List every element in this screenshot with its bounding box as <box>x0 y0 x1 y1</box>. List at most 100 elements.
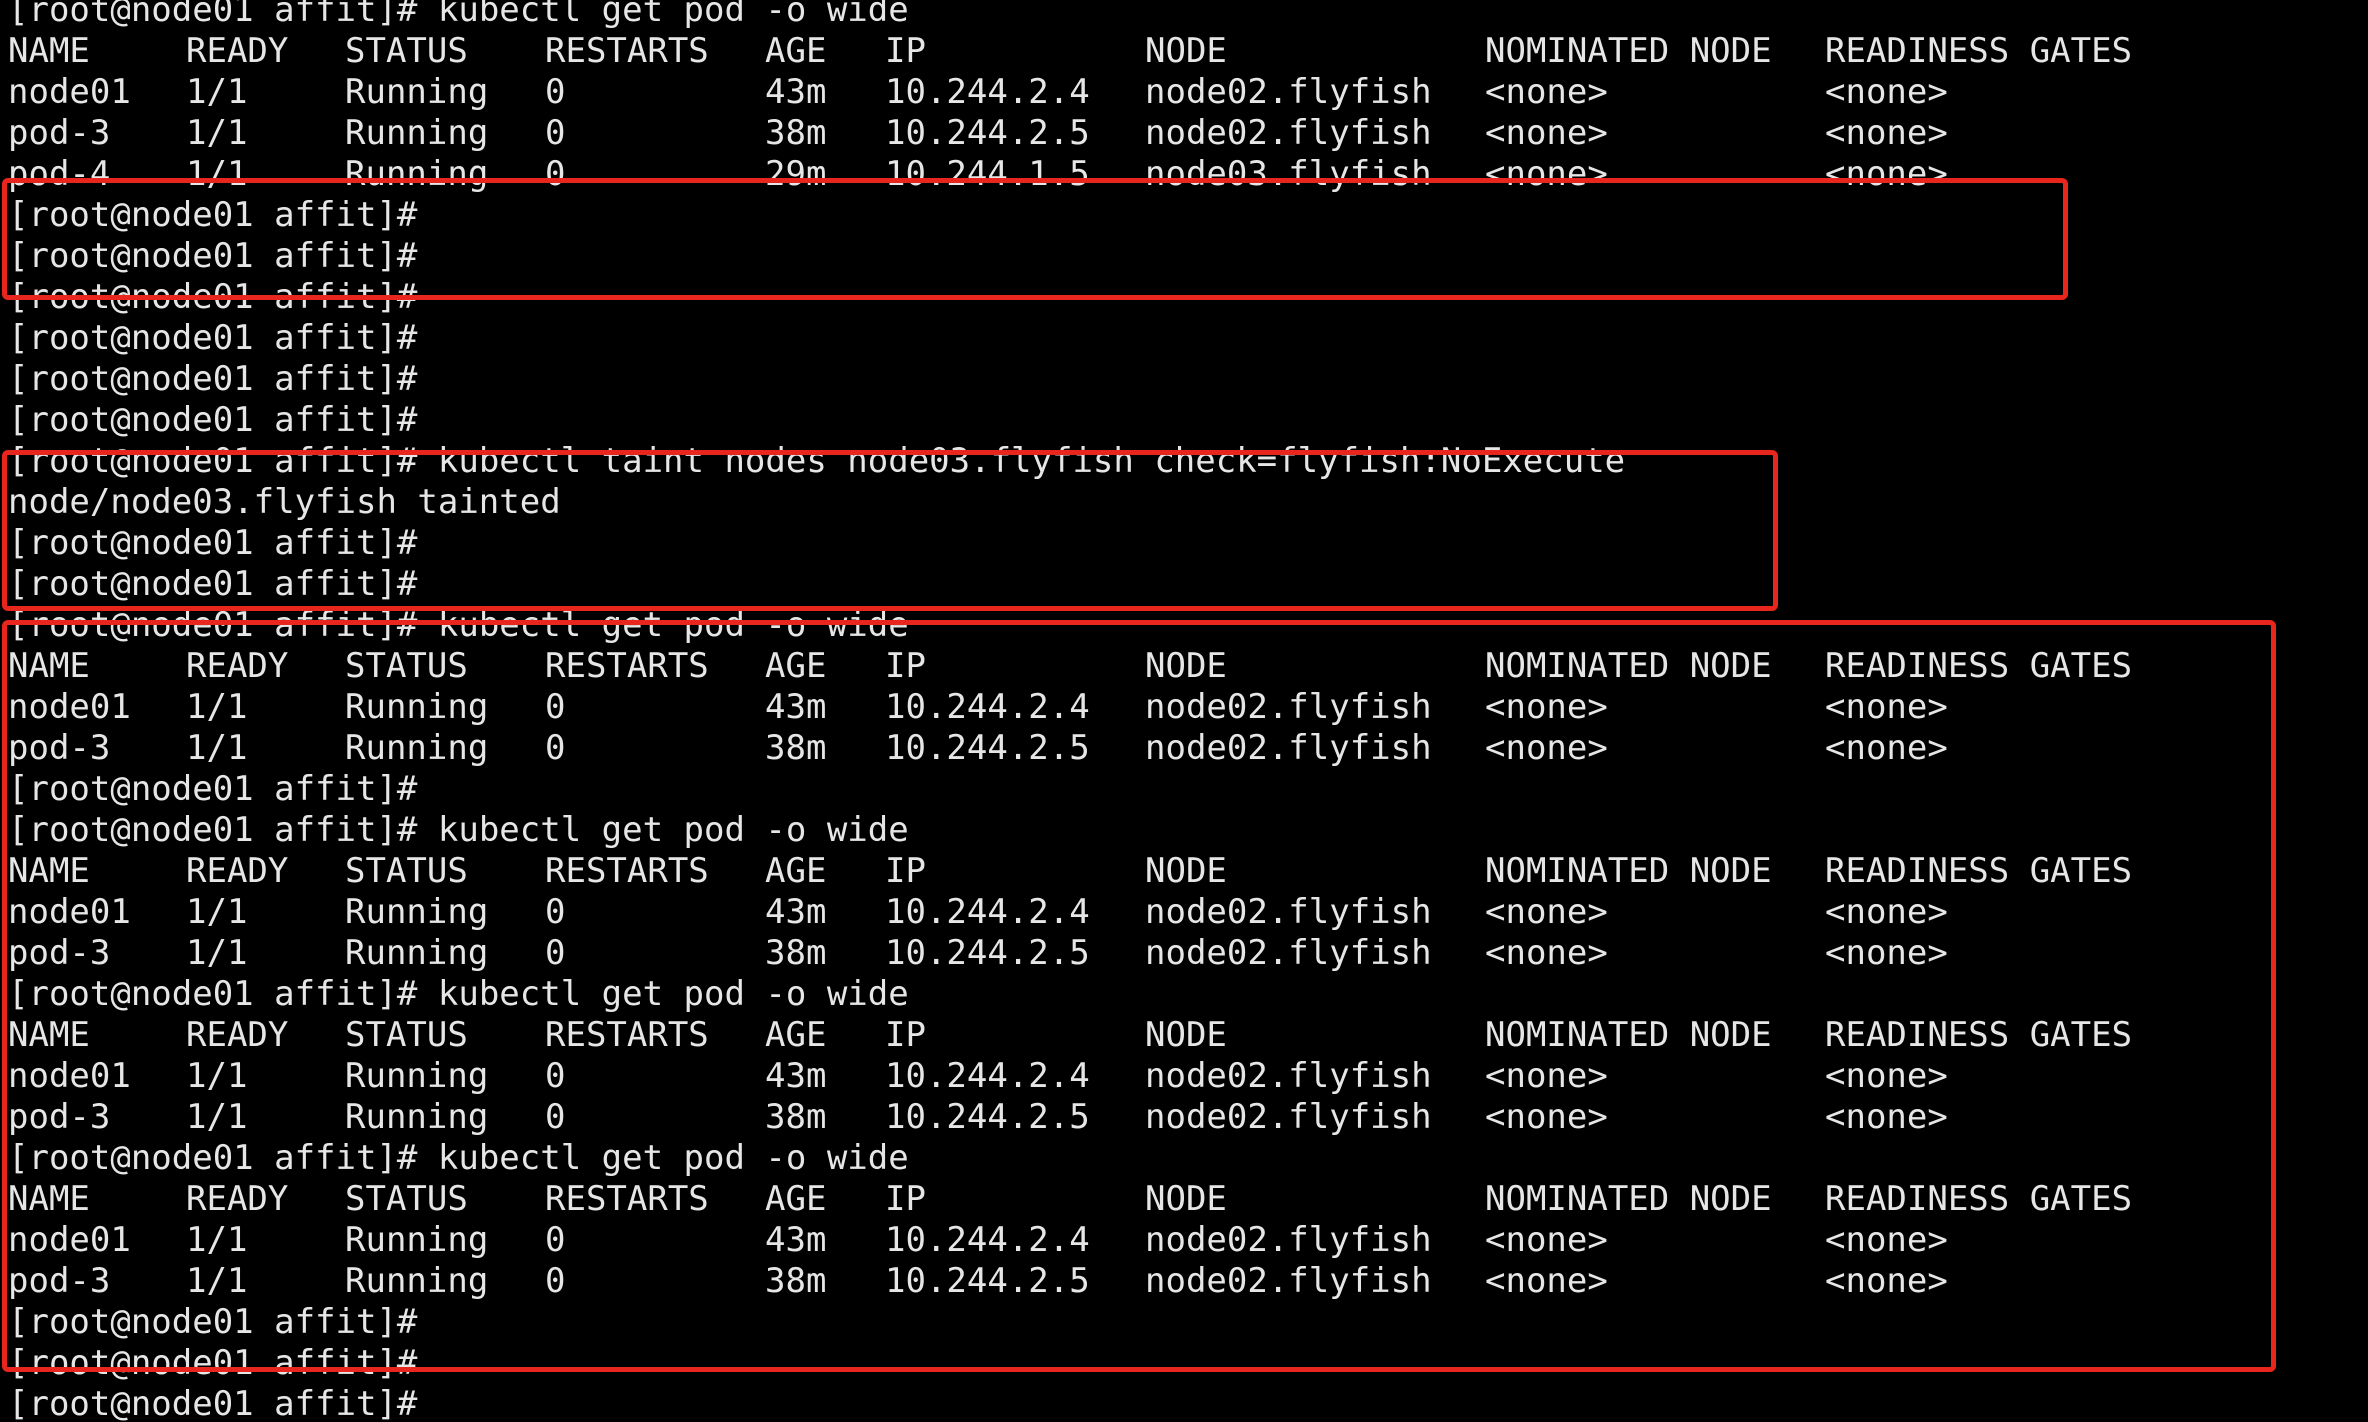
shell-prompt: [root@node01 affit]# <box>8 564 418 604</box>
table-cell: node01 <box>8 1056 131 1096</box>
shell-prompt: [root@node01 affit]# <box>8 605 418 645</box>
prompt-line: [root@node01 affit]# <box>8 1384 417 1422</box>
shell-prompt: [root@node01 affit]# <box>8 359 418 399</box>
table-cell: node01 <box>8 72 131 112</box>
table-cell: 10.244.2.5 <box>885 728 1090 768</box>
shell-prompt: [root@node01 affit]# <box>8 0 418 30</box>
table-cell: 0 <box>545 1220 566 1260</box>
command-text: kubectl get pod -o wide <box>437 974 909 1014</box>
table-cell: 10.244.2.5 <box>885 1261 1090 1301</box>
table-cell: <none> <box>1485 728 1608 768</box>
command-line: [root@node01 affit]# kubectl get pod -o … <box>8 810 909 851</box>
column-header: READY <box>186 31 289 71</box>
table-cell: 0 <box>545 1261 566 1301</box>
table-cell: 43m <box>765 1056 827 1096</box>
column-header: AGE <box>765 1179 827 1219</box>
table-cell: Running <box>345 687 489 727</box>
column-header: NODE <box>1145 1179 1227 1219</box>
table-cell: pod-3 <box>8 933 111 973</box>
table-cell: 1/1 <box>186 728 248 768</box>
table-cell: node01 <box>8 892 131 932</box>
column-header: RESTARTS <box>545 851 709 891</box>
table-cell: Running <box>345 1056 489 1096</box>
table-cell: node02.flyfish <box>1145 113 1432 153</box>
column-header: NODE <box>1145 31 1227 71</box>
column-header: READY <box>186 851 289 891</box>
table-cell: 0 <box>545 1056 566 1096</box>
table-cell: 0 <box>545 933 566 973</box>
table-cell: node02.flyfish <box>1145 72 1432 112</box>
command-text: kubectl get pod -o wide <box>437 0 909 30</box>
table-cell: <none> <box>1485 1220 1608 1260</box>
column-header: STATUS <box>345 646 468 686</box>
column-header: NODE <box>1145 646 1227 686</box>
table-cell: <none> <box>1825 933 1948 973</box>
column-header: READY <box>186 1015 289 1055</box>
table-cell: <none> <box>1825 113 1948 153</box>
shell-prompt: [root@node01 affit]# <box>8 318 418 358</box>
prompt-line: [root@node01 affit]# <box>8 564 417 605</box>
shell-prompt: [root@node01 affit]# <box>8 810 418 850</box>
prompt-line: [root@node01 affit]# <box>8 400 417 441</box>
command-line: [root@node01 affit]# kubectl taint nodes… <box>8 441 1625 482</box>
table-cell: <none> <box>1485 892 1608 932</box>
prompt-line: [root@node01 affit]# <box>8 523 417 564</box>
table-cell: node02.flyfish <box>1145 1220 1432 1260</box>
table-cell: 1/1 <box>186 154 248 194</box>
table-cell: 38m <box>765 728 827 768</box>
table-cell: 0 <box>545 113 566 153</box>
column-header: READINESS GATES <box>1825 1179 2133 1219</box>
column-header: READY <box>186 646 289 686</box>
shell-prompt: [root@node01 affit]# <box>8 1384 418 1422</box>
column-header: AGE <box>765 646 827 686</box>
terminal-window[interactable]: [root@node01 affit]# kubectl get pod -o … <box>0 0 2368 1422</box>
table-cell: Running <box>345 113 489 153</box>
column-header: STATUS <box>345 1015 468 1055</box>
table-cell: <none> <box>1825 72 1948 112</box>
table-cell: 1/1 <box>186 687 248 727</box>
prompt-line: [root@node01 affit]# <box>8 1302 417 1343</box>
table-cell: 0 <box>545 154 566 194</box>
table-cell: 0 <box>545 1097 566 1137</box>
table-cell: 38m <box>765 113 827 153</box>
column-header: RESTARTS <box>545 31 709 71</box>
column-header: READINESS GATES <box>1825 646 2133 686</box>
table-cell: 0 <box>545 72 566 112</box>
column-header: NOMINATED NODE <box>1485 646 1772 686</box>
table-cell: node02.flyfish <box>1145 728 1432 768</box>
command-line: [root@node01 affit]# kubectl get pod -o … <box>8 974 909 1015</box>
table-cell: <none> <box>1485 1261 1608 1301</box>
prompt-line: [root@node01 affit]# <box>8 769 417 810</box>
prompt-line: [root@node01 affit]# <box>8 318 417 359</box>
column-header: NAME <box>8 851 90 891</box>
column-header: RESTARTS <box>545 646 709 686</box>
prompt-line: [root@node01 affit]# <box>8 1343 417 1384</box>
table-cell: 10.244.1.5 <box>885 154 1090 194</box>
table-cell: 10.244.2.5 <box>885 1097 1090 1137</box>
table-cell: <none> <box>1825 1220 1948 1260</box>
table-cell: 10.244.2.4 <box>885 892 1090 932</box>
column-header: AGE <box>765 31 827 71</box>
column-header: IP <box>885 1015 926 1055</box>
column-header: IP <box>885 1179 926 1219</box>
shell-prompt: [root@node01 affit]# <box>8 400 418 440</box>
output-text: node/node03.flyfish tainted <box>8 482 561 522</box>
table-cell: 43m <box>765 687 827 727</box>
shell-prompt: [root@node01 affit]# <box>8 236 418 276</box>
column-header: READINESS GATES <box>1825 851 2133 891</box>
table-cell: Running <box>345 892 489 932</box>
table-cell: pod-3 <box>8 728 111 768</box>
shell-prompt: [root@node01 affit]# <box>8 974 418 1014</box>
table-cell: 10.244.2.4 <box>885 1220 1090 1260</box>
prompt-line: [root@node01 affit]# <box>8 195 417 236</box>
table-cell: <none> <box>1485 113 1608 153</box>
table-cell: Running <box>345 1097 489 1137</box>
table-cell: 38m <box>765 933 827 973</box>
table-cell: 10.244.2.5 <box>885 113 1090 153</box>
table-cell: <none> <box>1825 1097 1948 1137</box>
table-cell: pod-3 <box>8 1097 111 1137</box>
table-cell: 38m <box>765 1261 827 1301</box>
column-header: NOMINATED NODE <box>1485 851 1772 891</box>
table-cell: 1/1 <box>186 1097 248 1137</box>
column-header: NODE <box>1145 851 1227 891</box>
